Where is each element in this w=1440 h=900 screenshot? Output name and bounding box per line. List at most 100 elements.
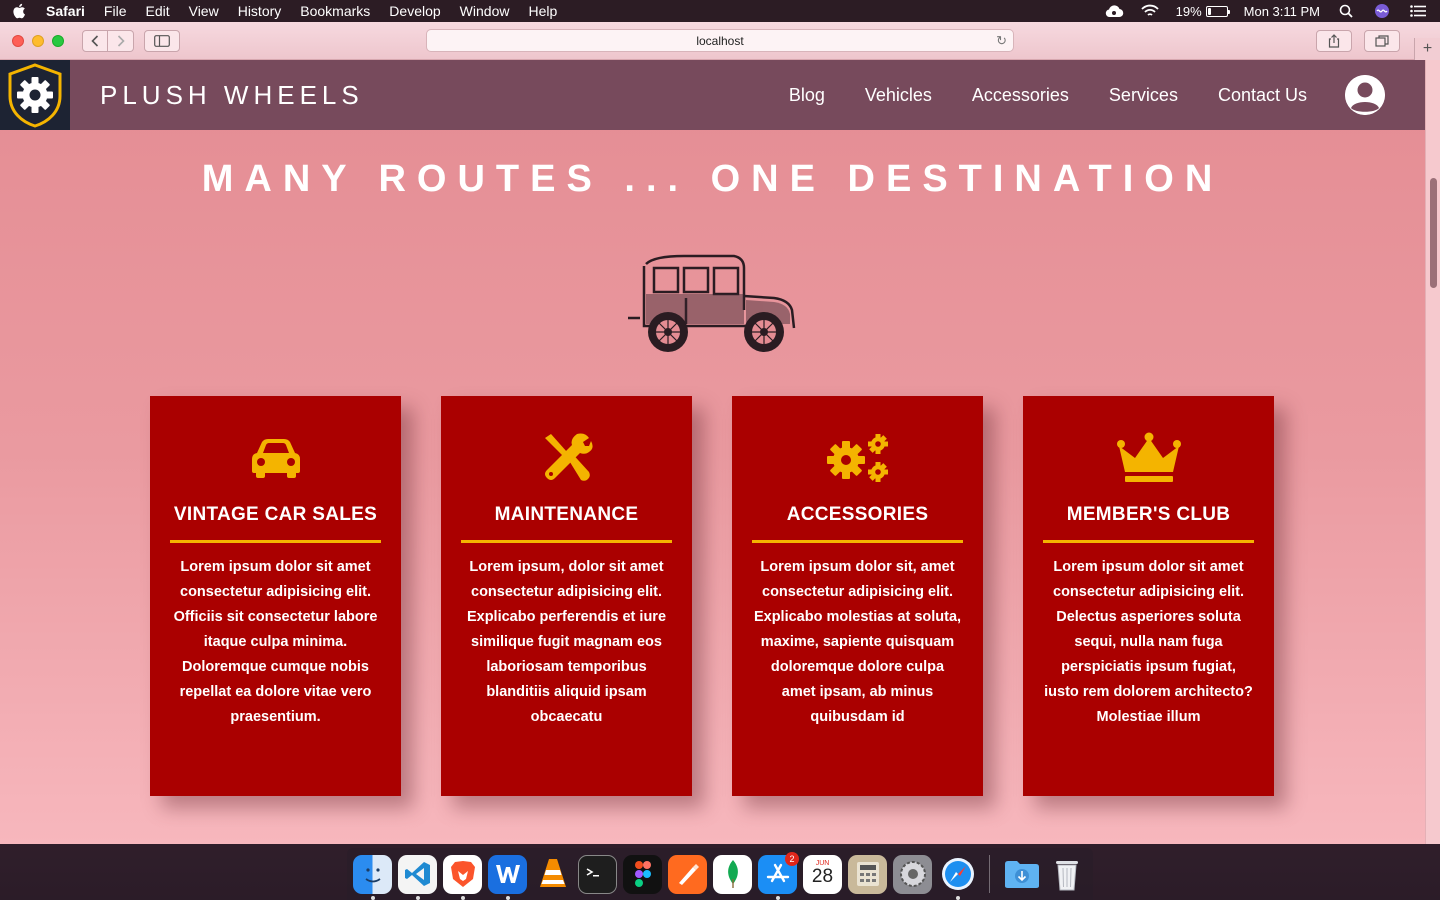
vlc-cone-icon [539,859,566,887]
figma-icon [634,861,651,887]
nav-accessories[interactable]: Accessories [972,85,1069,106]
brave-lion-icon [450,861,475,887]
services-cards: VINTAGE CAR SALES Lorem ipsum dolor sit … [150,396,1274,796]
dock-figma[interactable] [623,854,662,894]
menu-clock[interactable]: Mon 3:11 PM [1244,4,1320,19]
card-members-club[interactable]: MEMBER'S CLUB Lorem ipsum dolor sit amet… [1023,396,1274,796]
pen-tool-icon [678,864,699,885]
card-title: VINTAGE CAR SALES [170,504,381,543]
apple-menu-icon[interactable] [12,3,28,19]
dock-safari[interactable] [938,855,977,900]
system-preferences-gear-icon [899,861,926,887]
menu-edit[interactable]: Edit [145,3,169,19]
plus-icon: + [1422,40,1433,57]
wifi-icon[interactable] [1140,4,1160,18]
nav-blog[interactable]: Blog [789,85,825,106]
page-scrollbar[interactable] [1425,60,1440,844]
show-sidebar-button[interactable] [144,29,180,52]
menu-window[interactable]: Window [460,3,510,19]
vscode-icon [404,862,430,886]
card-text: Lorem ipsum dolor sit amet consectetur a… [173,559,378,725]
crown-icon [1116,432,1181,484]
macos-menu-bar: Safari File Edit View History Bookmarks … [0,0,1440,22]
dock-finder[interactable] [353,854,392,900]
running-indicator [371,895,375,900]
dock-vectornator[interactable] [668,854,707,894]
menu-app-name[interactable]: Safari [46,3,85,19]
dock-word[interactable] [488,854,527,900]
terminal-icon [586,868,599,877]
new-tab-button[interactable]: + [1414,38,1440,60]
menu-file[interactable]: File [104,3,127,19]
close-window-button[interactable] [12,34,24,47]
scrollbar-thumb[interactable] [1430,178,1437,288]
share-button[interactable] [1316,30,1352,52]
vintage-car-illustration [624,248,800,356]
menu-develop[interactable]: Develop [389,3,440,19]
card-text: Lorem ipsum dolor sit amet consectetur a… [1044,559,1253,725]
running-indicator [776,895,780,900]
nav-services[interactable]: Services [1109,85,1178,106]
site-header: PLUSH WHEELS Blog Vehicles Accessories S… [0,60,1425,130]
creative-cloud-icon[interactable] [1104,4,1124,18]
minimize-window-button[interactable] [32,34,44,47]
downloads-folder-icon [1004,861,1039,888]
dock-terminal[interactable] [578,854,617,894]
dock-trash[interactable] [1047,855,1086,894]
trash-icon [1055,861,1078,891]
menu-help[interactable]: Help [528,3,557,19]
dock-system-preferences[interactable] [893,854,932,894]
dock-mongodb-compass[interactable] [713,854,752,894]
nav-vehicles[interactable]: Vehicles [865,85,932,106]
address-bar[interactable]: localhost ↻ [426,29,1014,52]
chevron-right-icon [117,34,125,47]
address-bar-url: localhost [696,33,744,48]
mongodb-leaf-icon [727,860,738,888]
card-text: Lorem ipsum, dolor sit amet consectetur … [466,559,667,725]
site-nav: Blog Vehicles Accessories Services Conta… [789,85,1307,106]
running-indicator [506,895,510,900]
reload-icon[interactable]: ↻ [996,33,1007,49]
site-logo[interactable] [0,60,70,130]
card-vintage-car-sales[interactable]: VINTAGE CAR SALES Lorem ipsum dolor sit … [150,396,401,796]
word-icon [495,865,520,883]
gear-shield-icon [8,63,62,128]
window-controls [12,34,64,47]
dock-calendar[interactable]: JUN 28 [803,854,842,894]
battery-status[interactable]: 19% [1176,4,1230,19]
calculator-icon [856,862,879,886]
share-icon [1328,34,1340,48]
card-text: Lorem ipsum dolor sit, amet consectetur … [753,559,962,725]
card-accessories[interactable]: ACCESSORIES Lorem ipsum dolor sit, amet … [732,396,983,796]
menu-view[interactable]: View [189,3,219,19]
cogs-icon [826,432,890,484]
dock-app-store[interactable]: 2 [758,851,799,900]
card-title: MEMBER'S CLUB [1043,504,1254,543]
battery-fill [1207,7,1211,15]
tabs-icon [1375,35,1389,47]
dock-brave[interactable] [443,854,482,900]
forward-button[interactable] [108,29,134,52]
menu-history[interactable]: History [238,3,282,19]
macos-dock: 2 JUN 28 [347,848,1093,900]
site-brand[interactable]: PLUSH WHEELS [100,80,364,111]
card-title: MAINTENANCE [461,504,672,543]
card-maintenance[interactable]: MAINTENANCE Lorem ipsum, dolor sit amet … [441,396,692,796]
spotlight-search-icon[interactable] [1336,4,1356,18]
dock-separator [989,855,990,893]
tab-overview-button[interactable] [1364,30,1400,52]
menu-bookmarks[interactable]: Bookmarks [300,3,370,19]
siri-icon[interactable] [1372,4,1392,18]
notification-center-icon[interactable] [1408,4,1428,18]
nav-contact-us[interactable]: Contact Us [1218,85,1307,106]
dock-vlc[interactable] [533,855,572,894]
battery-icon [1205,5,1230,17]
calendar-day: 28 [811,866,834,887]
dock-downloads-folder[interactable] [1002,855,1041,894]
notification-badge: 2 [785,851,799,866]
dock-calculator[interactable] [848,854,887,894]
back-button[interactable] [82,29,108,52]
dock-vscode[interactable] [398,854,437,900]
zoom-window-button[interactable] [52,34,64,47]
user-avatar[interactable] [1345,75,1385,115]
